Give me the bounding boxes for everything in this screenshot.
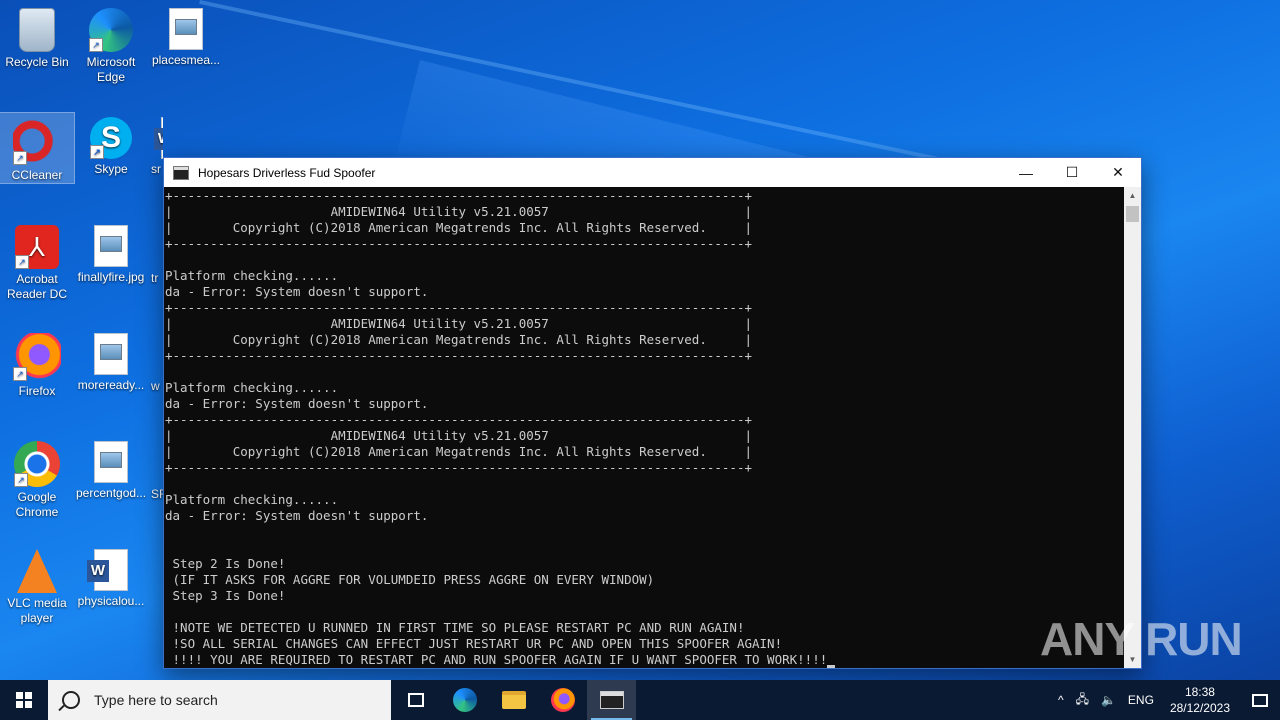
- desktop-icon-label: Microsoft Edge: [86, 55, 136, 84]
- acrobat-icon: ⅄ ↗: [15, 225, 59, 269]
- desktop-icon-partial-sf[interactable]: SF: [149, 487, 163, 502]
- desktop-icon-recycle-bin[interactable]: Recycle Bin: [0, 4, 74, 70]
- desktop-icon-skype[interactable]: S ↗ Skype: [74, 113, 148, 177]
- console-window[interactable]: Hopesars Driverless Fud Spoofer — ☐ ✕ +-…: [163, 157, 1142, 669]
- desktop-icon-label: percentgod...: [76, 486, 147, 500]
- console-app-icon: [173, 165, 189, 180]
- clock-time: 18:38: [1184, 685, 1215, 699]
- desktop-icon-partial-tr[interactable]: tr: [149, 271, 163, 286]
- task-view-button[interactable]: [391, 680, 440, 720]
- folder-icon: [501, 691, 526, 709]
- desktop-icon-label: finallyfire.jpg: [77, 270, 145, 284]
- console-cursor: [827, 665, 836, 668]
- search-icon: [62, 691, 80, 709]
- desktop-icon-label: VLC media player: [7, 596, 67, 625]
- window-title: Hopesars Driverless Fud Spoofer: [198, 165, 376, 180]
- tray-overflow-chevron-icon[interactable]: ^: [1058, 693, 1064, 707]
- language-indicator[interactable]: ENG: [1128, 693, 1154, 707]
- volume-icon[interactable]: 🔈: [1101, 693, 1116, 707]
- vertical-scrollbar[interactable]: ▲ ▼: [1124, 187, 1141, 668]
- taskbar-console-button[interactable]: [587, 680, 636, 720]
- clock[interactable]: 18:38 28/12/2023: [1170, 684, 1230, 716]
- desktop-icon-label: Firefox: [18, 384, 56, 398]
- skype-icon: S ↗: [90, 117, 132, 159]
- image-file-icon: [169, 8, 203, 50]
- desktop-icon-edge[interactable]: ↗ Microsoft Edge: [74, 4, 148, 85]
- desktop-icon-label: moreready...: [77, 378, 145, 392]
- windows-logo-icon: [16, 692, 32, 708]
- minimize-button[interactable]: —: [1003, 158, 1049, 187]
- recycle-bin-icon: [19, 8, 55, 52]
- task-view-icon: [407, 693, 424, 707]
- anyrun-watermark: ANY RUN: [1040, 613, 1243, 665]
- image-file-icon: [94, 441, 128, 483]
- desktop-icon-label: CCleaner: [11, 168, 63, 182]
- window-titlebar[interactable]: Hopesars Driverless Fud Spoofer — ☐ ✕: [164, 158, 1141, 187]
- taskbar-edge-button[interactable]: [440, 680, 489, 720]
- search-placeholder: Type here to search: [94, 692, 218, 708]
- desktop-icon-vlc[interactable]: VLC media player: [0, 545, 74, 626]
- edge-icon: ↗: [89, 8, 133, 52]
- desktop-icon-chrome[interactable]: ↗ Google Chrome: [0, 437, 74, 520]
- network-icon[interactable]: 🖧: [1076, 690, 1089, 711]
- ccleaner-icon: ↗: [13, 117, 61, 165]
- taskbar-firefox-button[interactable]: [538, 680, 587, 720]
- system-tray: ^ 🖧 🔈 ENG 18:38 28/12/2023: [1052, 680, 1280, 720]
- edge-icon: [452, 688, 477, 712]
- notification-icon: [1252, 693, 1268, 707]
- desktop-icon-moreready[interactable]: moreready...: [74, 329, 148, 393]
- desktop-icon-placesmea[interactable]: placesmea...: [149, 4, 223, 68]
- word-doc-icon: [154, 117, 163, 159]
- taskbar-search-box[interactable]: Type here to search: [48, 680, 391, 720]
- desktop-icon-label: SF: [151, 487, 163, 501]
- taskbar: Type here to search ^ 🖧 🔈 ENG 18:38 28/1…: [0, 680, 1280, 720]
- desktop-icon-word-doc-partial[interactable]: sr: [149, 113, 163, 177]
- notification-center-button[interactable]: [1240, 680, 1280, 720]
- start-button[interactable]: [0, 680, 48, 720]
- image-file-icon: [94, 225, 128, 267]
- console-text: +---------------------------------------…: [165, 188, 828, 667]
- close-button[interactable]: ✕: [1095, 158, 1141, 187]
- desktop-icon-label: sr: [151, 162, 161, 176]
- maximize-button[interactable]: ☐: [1049, 158, 1095, 187]
- console-output[interactable]: +---------------------------------------…: [164, 187, 1124, 668]
- firefox-icon: [550, 688, 575, 712]
- desktop-icon-label: Skype: [94, 162, 128, 176]
- desktop-icon-acrobat[interactable]: ⅄ ↗ Acrobat Reader DC: [0, 221, 74, 302]
- image-file-icon: [94, 333, 128, 375]
- scrollbar-thumb[interactable]: [1126, 206, 1139, 222]
- desktop-icon-label: Recycle Bin: [5, 55, 69, 69]
- desktop-icon-physicalou[interactable]: physicalou...: [74, 545, 148, 609]
- firefox-icon: ↗: [13, 333, 61, 381]
- desktop-icon-finallyfire[interactable]: finallyfire.jpg: [74, 221, 148, 285]
- taskbar-file-explorer-button[interactable]: [489, 680, 538, 720]
- clock-date: 28/12/2023: [1169, 701, 1230, 715]
- desktop-icon-label: physicalou...: [77, 594, 145, 608]
- desktop-icon-partial-w[interactable]: w: [149, 379, 163, 394]
- desktop-icon-label: Acrobat Reader DC: [6, 272, 68, 301]
- desktop-icon-label: placesmea...: [151, 53, 221, 67]
- desktop-icon-ccleaner[interactable]: ↗ CCleaner: [0, 112, 75, 184]
- desktop-icon-percentgod[interactable]: percentgod...: [74, 437, 148, 501]
- desktop-icon-firefox[interactable]: ↗ Firefox: [0, 329, 74, 399]
- scroll-up-arrow-icon[interactable]: ▲: [1124, 187, 1141, 204]
- word-doc-icon: [87, 549, 128, 591]
- chrome-icon: ↗: [14, 441, 60, 487]
- console-app-icon: [599, 691, 624, 709]
- desktop-icon-label: Google Chrome: [15, 490, 59, 519]
- vlc-icon: [17, 549, 57, 593]
- desktop-icon-label: w: [151, 379, 160, 393]
- desktop-icon-label: tr: [151, 271, 159, 285]
